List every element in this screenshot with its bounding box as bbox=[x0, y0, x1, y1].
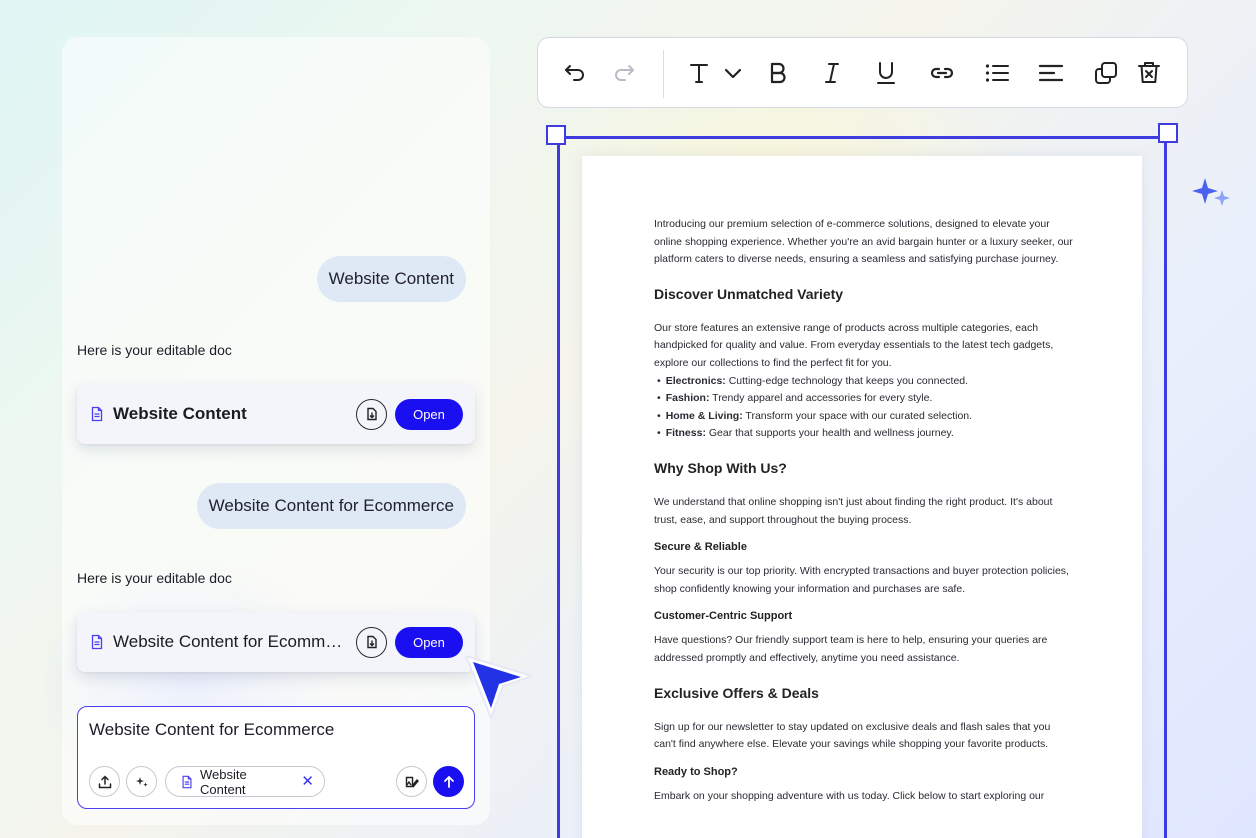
sparkle-icon bbox=[1192, 178, 1230, 206]
doc-subheading: Customer-Centric Support bbox=[654, 610, 793, 623]
doc-paragraph: Have questions? Our friendly support tea… bbox=[654, 634, 1048, 664]
toolbar-separator bbox=[663, 50, 664, 98]
list-item: Home & Living: Transform your space with… bbox=[654, 408, 1074, 426]
text-style-button[interactable] bbox=[684, 58, 714, 88]
chat-input-text[interactable]: Website Content for Ecommerce bbox=[89, 720, 334, 740]
ai-assist-button[interactable] bbox=[126, 766, 157, 797]
doc-paragraph: We understand that online shopping isn't… bbox=[654, 495, 1053, 526]
assistant-message: Here is your editable doc bbox=[77, 342, 232, 358]
delete-icon bbox=[1138, 62, 1160, 83]
doc-subheading: Secure & Reliable bbox=[654, 541, 747, 554]
image-style-button[interactable] bbox=[396, 766, 427, 797]
open-button[interactable]: Open bbox=[395, 398, 463, 430]
doc-card-title: Website Content bbox=[113, 404, 247, 423]
bulleted-list-icon bbox=[985, 64, 1009, 82]
document-icon bbox=[91, 406, 103, 422]
document-page[interactable]: Introducing our premium selection of e-c… bbox=[582, 156, 1142, 838]
upload-button[interactable] bbox=[89, 766, 120, 797]
align-button[interactable] bbox=[1036, 58, 1066, 88]
user-message: Website Content for Ecommerce bbox=[196, 483, 466, 529]
list-item: Electronics: Cutting-edge technology tha… bbox=[654, 373, 1074, 391]
bulleted-list-button[interactable] bbox=[982, 58, 1012, 88]
italic-button[interactable] bbox=[817, 58, 847, 88]
sparkle-icon bbox=[135, 776, 148, 787]
chat-panel: Website Content Here is your editable do… bbox=[62, 37, 490, 825]
undo-button[interactable] bbox=[560, 58, 590, 88]
doc-heading: Discover Unmatched Variety bbox=[654, 285, 844, 302]
bold-icon bbox=[770, 62, 786, 84]
attached-doc-label: Website Content bbox=[200, 766, 247, 797]
doc-paragraph: Embark on your shopping adventure with u… bbox=[654, 789, 1045, 802]
upload-icon bbox=[98, 774, 111, 788]
link-button[interactable] bbox=[927, 58, 957, 88]
list-item: Fitness: Gear that supports your health … bbox=[654, 425, 1074, 443]
redo-icon bbox=[615, 65, 634, 81]
doc-heading: Why Shop With Us? bbox=[654, 459, 787, 476]
remove-chip-button[interactable]: ✕ bbox=[301, 774, 314, 789]
assistant-message: Here is your editable doc bbox=[77, 570, 232, 586]
doc-bullet-list: Electronics: Cutting-edge technology tha… bbox=[654, 373, 1074, 443]
delete-button[interactable] bbox=[1134, 58, 1164, 88]
text-style-icon bbox=[690, 64, 708, 83]
doc-paragraph: Your security is our top priority. With … bbox=[654, 565, 1069, 595]
italic-icon bbox=[825, 63, 839, 83]
duplicate-button[interactable] bbox=[1091, 58, 1121, 88]
doc-heading: Exclusive Offers & Deals bbox=[654, 684, 819, 701]
document-icon bbox=[182, 775, 192, 788]
download-icon bbox=[366, 407, 377, 421]
text-style-dropdown[interactable] bbox=[718, 58, 748, 88]
send-button[interactable] bbox=[433, 766, 464, 797]
mouse-pointer-icon bbox=[465, 655, 533, 719]
document-icon bbox=[91, 634, 103, 650]
editor-toolbar bbox=[537, 37, 1188, 108]
align-left-icon bbox=[1038, 64, 1064, 82]
resize-handle-top-left[interactable] bbox=[546, 125, 566, 145]
document-body[interactable]: Introducing our premium selection of e-c… bbox=[654, 216, 1074, 805]
doc-card[interactable]: Website Content Open bbox=[77, 384, 475, 444]
open-button[interactable]: Open bbox=[395, 626, 463, 658]
download-button[interactable] bbox=[356, 398, 387, 430]
doc-card-title: Website Content for Ecommerce bbox=[113, 632, 350, 651]
underline-icon bbox=[877, 62, 895, 84]
doc-card[interactable]: Website Content for Ecommerce Open bbox=[77, 612, 475, 672]
list-item: Fashion: Trendy apparel and accessories … bbox=[654, 390, 1074, 408]
download-icon bbox=[366, 635, 377, 649]
user-message: Website Content bbox=[316, 256, 466, 302]
doc-paragraph: Introducing our premium selection of e-c… bbox=[654, 218, 1073, 266]
link-icon bbox=[930, 67, 954, 79]
doc-paragraph: Our store features an extensive range of… bbox=[654, 321, 1054, 369]
arrow-up-icon bbox=[443, 775, 454, 788]
attached-doc-chip[interactable]: Website Content ✕ bbox=[165, 766, 325, 797]
doc-subheading: Ready to Shop? bbox=[654, 765, 738, 778]
redo-button[interactable] bbox=[609, 58, 639, 88]
underline-button[interactable] bbox=[871, 58, 901, 88]
bold-button[interactable] bbox=[763, 58, 793, 88]
duplicate-icon bbox=[1095, 62, 1117, 84]
chevron-down-icon bbox=[724, 68, 742, 79]
undo-icon bbox=[565, 65, 584, 81]
doc-paragraph: Sign up for our newsletter to stay updat… bbox=[654, 720, 1051, 751]
download-button[interactable] bbox=[356, 626, 387, 658]
resize-handle-top-right[interactable] bbox=[1158, 123, 1178, 143]
image-edit-icon bbox=[405, 776, 419, 787]
chat-input[interactable]: Website Content for Ecommerce Website Co… bbox=[77, 706, 475, 809]
